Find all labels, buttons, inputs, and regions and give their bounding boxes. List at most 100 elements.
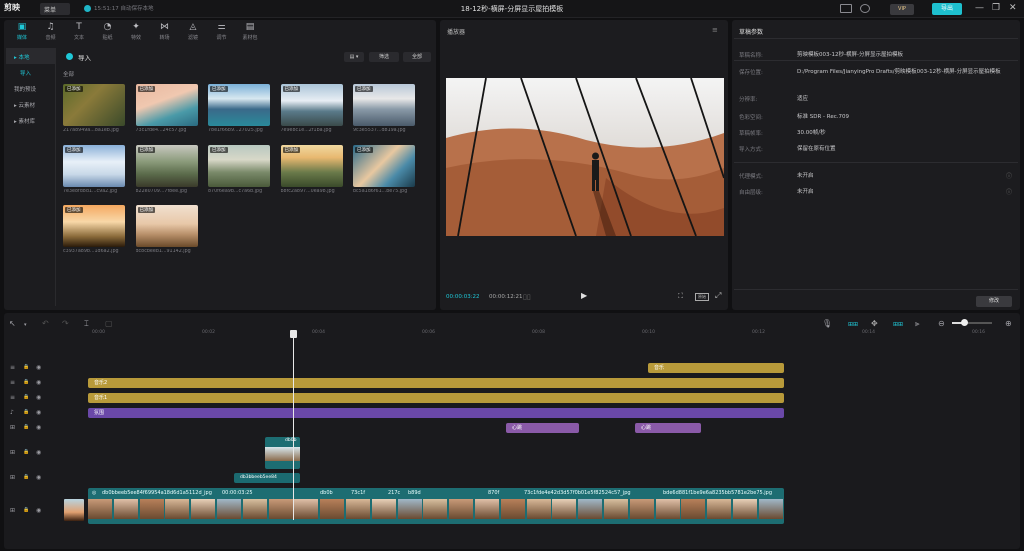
track-type-icon: ≡	[10, 394, 16, 401]
fx-clip-1[interactable]: 心跳	[506, 423, 579, 433]
select-tool-icon[interactable]: ↖	[9, 319, 16, 328]
frame-thumbnail	[500, 499, 525, 519]
tab-text[interactable]: T 文本	[65, 22, 93, 44]
import-button[interactable]: 导入	[78, 52, 91, 62]
lock-icon[interactable]: 🔒	[23, 364, 29, 370]
snap-icon[interactable]: ⊞⊞	[848, 321, 858, 328]
zoom-in-icon[interactable]: ⊕	[1005, 319, 1012, 328]
overlay-clip-2[interactable]: db3bbeeb5ee84	[234, 473, 300, 483]
mic-icon[interactable]: 🎙	[822, 319, 832, 328]
lock-icon[interactable]: 🔒	[23, 449, 29, 455]
lock-icon[interactable]: 🔒	[23, 474, 29, 480]
effect-clip[interactable]: 氛围	[88, 408, 784, 418]
cover-thumbnail[interactable]	[64, 499, 84, 521]
lock-icon[interactable]: 🔒	[23, 394, 29, 400]
modify-button[interactable]: 修改	[976, 296, 1012, 307]
zoom-slider[interactable]	[952, 319, 992, 326]
visibility-icon[interactable]: ◉	[36, 507, 41, 514]
fullscreen-crop-icon[interactable]: ⛶	[678, 292, 683, 301]
tab-sticker[interactable]: ◔ 贴纸	[94, 22, 122, 44]
media-thumbnail[interactable]: 已添加	[353, 144, 415, 187]
align-icon[interactable]: ⫸	[915, 319, 920, 329]
music-clip-b[interactable]: 音乐1	[88, 393, 784, 403]
undo-icon[interactable]: ↶	[42, 319, 49, 328]
preview-axis-icon[interactable]: ⊞⊞	[893, 321, 903, 328]
view-toggle-button[interactable]: ▤ ▾	[344, 52, 364, 62]
media-thumbnail[interactable]: 已添加	[208, 84, 270, 126]
frame-icon[interactable]: ▯▯	[523, 293, 531, 301]
media-thumbnail[interactable]: 已添加	[135, 84, 198, 126]
sidebar-item-import[interactable]: 导入	[6, 64, 55, 80]
settings-icon[interactable]	[860, 4, 870, 13]
menu-icon[interactable]: ≡	[712, 26, 718, 34]
tab-transition[interactable]: ⋈ 转场	[151, 22, 179, 44]
thumbnail-filename: bc5a1d6f61...be75.jpg	[353, 188, 408, 194]
sidebar-item-cloud[interactable]: ▸ 云素材	[6, 96, 55, 112]
vip-badge[interactable]: VIP	[890, 4, 914, 15]
filter-icon: ◬	[189, 22, 197, 32]
expand-icon[interactable]: ⤢	[715, 291, 721, 301]
playhead[interactable]	[293, 330, 294, 520]
minimize-icon[interactable]: —	[975, 3, 984, 13]
info-icon[interactable]: ⓘ	[1006, 187, 1012, 196]
fx-clip-2[interactable]: 心跳	[635, 423, 701, 433]
sidebar-item-library[interactable]: ▸ 素材库	[6, 112, 55, 128]
visibility-icon[interactable]: ◉	[36, 449, 41, 456]
play-button[interactable]: ▶	[581, 291, 587, 300]
tab-effects[interactable]: ✦ 特效	[122, 22, 150, 44]
media-thumbnail[interactable]: 已添加	[135, 205, 198, 247]
tab-adjust[interactable]: ⚌ 调节	[208, 22, 236, 44]
lock-icon[interactable]: 🔒	[23, 379, 29, 385]
visibility-icon[interactable]: ◉	[36, 394, 41, 401]
visibility-icon[interactable]: ◉	[36, 379, 41, 386]
select-dropdown-icon[interactable]: ▾	[24, 322, 27, 328]
layout-icon[interactable]	[840, 4, 852, 13]
media-thumbnail[interactable]: 已添加	[280, 84, 343, 126]
lock-icon[interactable]: 🔒	[23, 424, 29, 430]
visibility-icon[interactable]: ◉	[36, 364, 41, 371]
tab-audio[interactable]: ♫ 音频	[37, 22, 65, 44]
tab-media[interactable]: ▣ 媒体	[8, 22, 36, 44]
visibility-icon[interactable]: ◉	[36, 424, 41, 431]
media-thumbnail[interactable]: 已添加	[208, 144, 270, 187]
maximize-icon[interactable]: ❐	[992, 3, 1000, 13]
media-thumbnail[interactable]: 已添加	[63, 144, 125, 187]
sidebar-item-local[interactable]: ▸ 本地	[6, 48, 55, 64]
import-icon[interactable]	[66, 53, 73, 60]
media-thumbnail[interactable]: 已添加	[63, 205, 125, 247]
lock-icon[interactable]: 🔒	[23, 409, 29, 415]
tab-filter[interactable]: ◬ 滤镜	[179, 22, 207, 44]
lock-icon[interactable]: 🔒	[23, 507, 29, 513]
frame-thumbnail	[191, 499, 216, 519]
effects-icon: ✦	[132, 22, 140, 32]
split-icon[interactable]: ⌶	[84, 319, 89, 329]
preview-image	[446, 78, 724, 236]
music-clip-top[interactable]: 音乐	[648, 363, 784, 373]
tab-pack[interactable]: ▤ 素材包	[236, 22, 264, 44]
media-thumbnail[interactable]: 已添加	[135, 144, 198, 187]
tab-label: 滤镜	[187, 35, 198, 41]
ruler-tick: 00:02	[202, 330, 215, 335]
link-icon[interactable]: ✥	[871, 319, 878, 328]
sort-button[interactable]: 全部	[403, 52, 431, 62]
media-thumbnail[interactable]: 已添加	[353, 84, 415, 126]
draft-key: 草稿名称:	[739, 53, 763, 59]
visibility-icon[interactable]: ◉	[36, 474, 41, 481]
export-button[interactable]: 导出	[932, 3, 962, 15]
delete-icon[interactable]: ▢	[105, 319, 113, 328]
media-thumbnail[interactable]: 已添加	[280, 144, 343, 187]
sidebar-item-presets[interactable]: 我的预设	[6, 80, 55, 96]
time-ruler[interactable]: 00:00 00:02 00:04 00:06 00:08 00:10 00:12 00:14…	[86, 330, 1016, 340]
info-icon[interactable]: ⓘ	[1006, 171, 1012, 180]
main-video-track[interactable]: ◎ db0bbeeb5ee84f69954a18d6d1a5112d_jpg 0…	[88, 488, 784, 524]
ratio-button[interactable]: 原始	[695, 293, 709, 301]
music-clip-a[interactable]: 音乐2	[88, 378, 784, 388]
zoom-out-icon[interactable]: ⊖	[938, 319, 945, 328]
visibility-icon[interactable]: ◉	[36, 409, 41, 416]
media-thumbnail[interactable]: 已添加	[63, 84, 125, 126]
frame-thumbnail	[449, 499, 474, 519]
close-icon[interactable]: ✕	[1009, 3, 1017, 13]
filter-button[interactable]: 筛选	[369, 52, 399, 62]
redo-icon[interactable]: ↷	[62, 319, 69, 328]
overlay-clip[interactable]: db0b	[265, 437, 300, 469]
